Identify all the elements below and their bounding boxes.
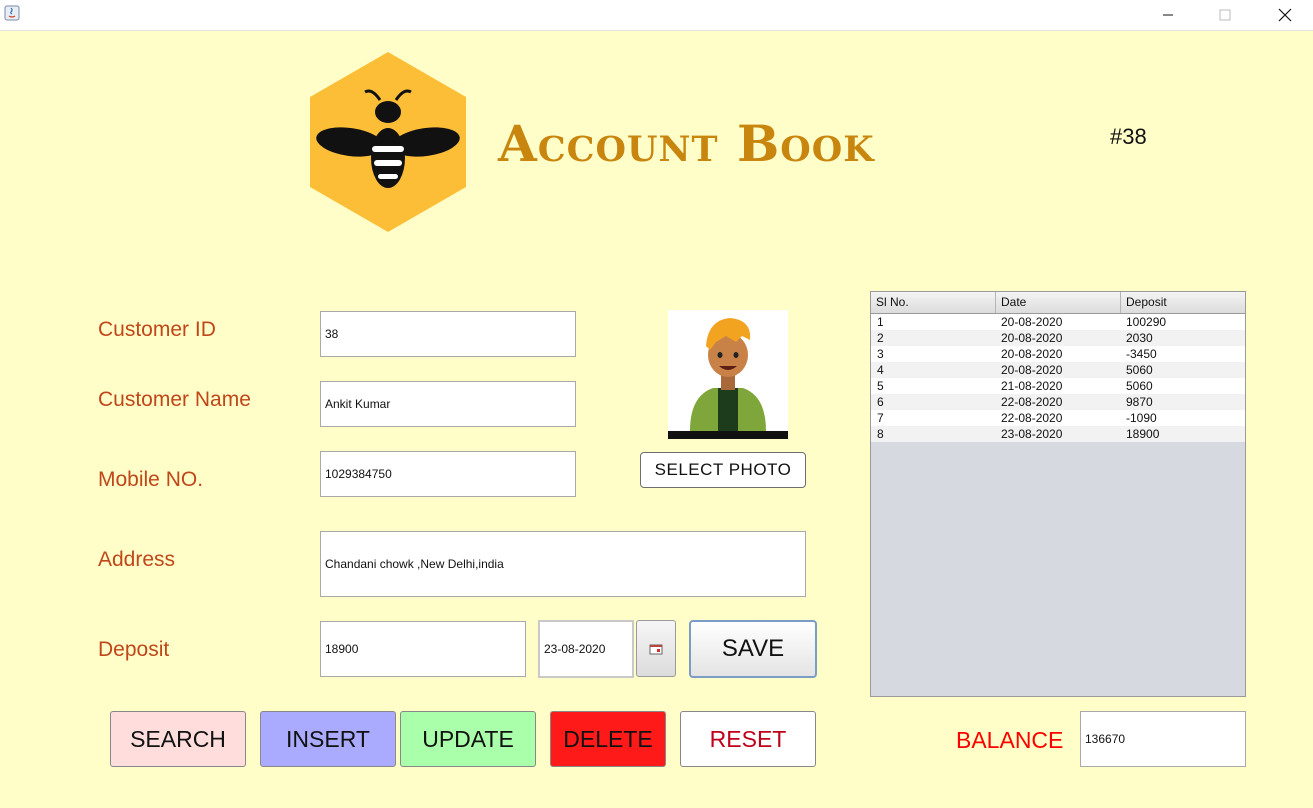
sl-no-cell: 3: [877, 347, 884, 361]
deposit-cell: 2030: [1126, 331, 1153, 345]
maximize-button[interactable]: [1202, 0, 1248, 30]
customer-name-field[interactable]: Ankit Kumar: [320, 381, 576, 427]
date-picker-button[interactable]: [636, 620, 676, 677]
table-row[interactable]: 1 20-08-2020 100290: [871, 314, 1245, 330]
date-cell: 20-08-2020: [1001, 331, 1063, 345]
address-field[interactable]: Chandani chowk ,New Delhi,india: [320, 531, 806, 597]
select-photo-button[interactable]: SELECT PHOTO: [640, 452, 806, 488]
deposit-cell: 5060: [1126, 379, 1153, 393]
close-button[interactable]: [1262, 0, 1308, 30]
sl-no-cell: 6: [877, 395, 884, 409]
deposit-field[interactable]: 18900: [320, 621, 526, 677]
table-row[interactable]: 8 23-08-2020 18900: [871, 426, 1245, 442]
bee-hexagon-logo: [310, 52, 466, 232]
insert-button[interactable]: INSERT: [260, 711, 396, 767]
date-field[interactable]: 23-08-2020: [538, 620, 634, 678]
reset-button[interactable]: RESET: [680, 711, 816, 767]
date-cell: 21-08-2020: [1001, 379, 1063, 393]
deposit-cell: -1090: [1126, 411, 1157, 425]
balance-label: BALANCE: [956, 727, 1064, 753]
deposit-cell: 9870: [1126, 395, 1153, 409]
deposit-label: Deposit: [98, 638, 170, 661]
column-header-deposit[interactable]: Deposit: [1121, 292, 1245, 313]
date-cell: 20-08-2020: [1001, 347, 1063, 361]
minimize-button[interactable]: [1145, 0, 1191, 30]
calendar-icon: [649, 644, 663, 654]
date-cell: 22-08-2020: [1001, 395, 1063, 409]
deposit-cell: 18900: [1126, 427, 1160, 441]
maximize-icon: [1219, 9, 1231, 21]
table-row[interactable]: 4 20-08-2020 5060: [871, 362, 1245, 378]
balance-field: 136670: [1080, 711, 1246, 767]
date-cell: 20-08-2020: [1001, 315, 1063, 329]
window-titlebar: [0, 0, 1313, 31]
deposit-cell: 100290: [1126, 315, 1167, 329]
table-header: Sl No. Date Deposit: [871, 292, 1245, 314]
table-row[interactable]: 5 21-08-2020 5060: [871, 378, 1245, 394]
sl-no-cell: 2: [877, 331, 884, 345]
customer-id-label: Customer ID: [98, 318, 216, 341]
column-header-sl-no[interactable]: Sl No.: [871, 292, 996, 313]
deposit-cell: -3450: [1126, 347, 1157, 361]
minimize-icon: [1163, 14, 1173, 16]
deposit-table[interactable]: Sl No. Date Deposit 1 20-08-2020 100290 …: [870, 291, 1246, 697]
sl-no-cell: 4: [877, 363, 884, 377]
customer-id-field[interactable]: 38: [320, 311, 576, 357]
table-row[interactable]: 3 20-08-2020 -3450: [871, 346, 1245, 362]
deposit-cell: 5060: [1126, 363, 1153, 377]
table-row[interactable]: 6 22-08-2020 9870: [871, 394, 1245, 410]
sl-no-cell: 5: [877, 379, 884, 393]
record-number: #38: [1110, 124, 1147, 149]
date-cell: 20-08-2020: [1001, 363, 1063, 377]
update-button[interactable]: UPDATE: [400, 711, 536, 767]
sl-no-cell: 8: [877, 427, 884, 441]
mobile-label: Mobile NO.: [98, 468, 204, 491]
table-row[interactable]: 7 22-08-2020 -1090: [871, 410, 1245, 426]
sl-no-cell: 1: [877, 315, 884, 329]
java-app-icon: [4, 5, 20, 21]
customer-photo: [668, 310, 788, 439]
save-button[interactable]: SAVE: [689, 620, 817, 678]
date-cell: 23-08-2020: [1001, 427, 1063, 441]
mobile-field[interactable]: 1029384750: [320, 451, 576, 497]
address-label: Address: [98, 548, 176, 571]
customer-name-label: Customer Name: [98, 388, 251, 411]
table-body: 1 20-08-2020 100290 2 20-08-2020 2030 3 …: [871, 314, 1245, 442]
date-cell: 22-08-2020: [1001, 411, 1063, 425]
table-row[interactable]: 2 20-08-2020 2030: [871, 330, 1245, 346]
app-title: Account Book: [498, 114, 875, 173]
search-button[interactable]: SEARCH: [110, 711, 246, 767]
delete-button[interactable]: DELETE: [550, 711, 666, 767]
avatar-illustration: [690, 318, 766, 431]
sl-no-cell: 7: [877, 411, 884, 425]
photo-credit-strip: [668, 431, 788, 439]
column-header-date[interactable]: Date: [996, 292, 1121, 313]
close-icon: [1278, 8, 1292, 22]
